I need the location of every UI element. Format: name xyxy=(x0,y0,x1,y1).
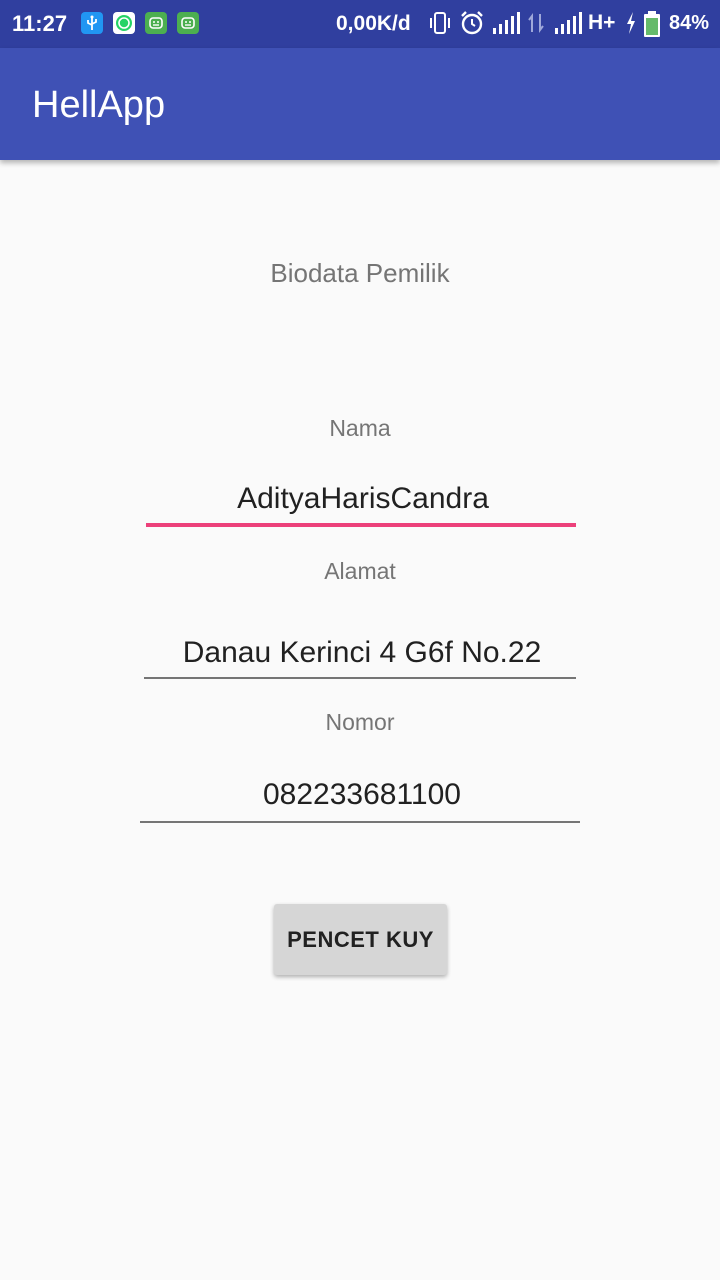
vibrate-icon xyxy=(428,10,452,41)
network-speed: 0,00K/d xyxy=(336,12,411,35)
signal-icon xyxy=(492,10,520,41)
status-time: 11:27 xyxy=(12,11,68,36)
alarm-icon xyxy=(459,10,485,41)
charging-icon xyxy=(624,10,638,41)
name-field-underline xyxy=(146,523,576,527)
submit-button[interactable]: PENCET KUY xyxy=(274,904,447,975)
android-icon xyxy=(177,12,199,34)
network-type: H+ xyxy=(588,11,616,34)
address-field[interactable] xyxy=(144,632,580,674)
app-title: HellApp xyxy=(32,84,166,126)
phone-field[interactable] xyxy=(140,774,584,816)
whatsapp-icon xyxy=(113,12,135,34)
form-heading: Biodata Pemilik xyxy=(270,258,450,288)
android-icon xyxy=(145,12,167,34)
app-bar: HellApp xyxy=(0,48,720,160)
name-label: Nama xyxy=(329,415,391,441)
phone-field-underline xyxy=(140,821,580,823)
phone-label: Nomor xyxy=(325,709,395,735)
usb-icon xyxy=(81,12,103,34)
signal-icon xyxy=(554,10,582,41)
name-field[interactable] xyxy=(146,478,580,520)
data-transfer-icon xyxy=(527,10,545,41)
battery-level: 84% xyxy=(669,12,710,34)
status-bar: 11:27 0,00K/d H+ 84% xyxy=(0,0,720,48)
battery-icon xyxy=(643,10,661,43)
address-field-underline xyxy=(144,677,576,679)
address-label: Alamat xyxy=(324,558,396,584)
